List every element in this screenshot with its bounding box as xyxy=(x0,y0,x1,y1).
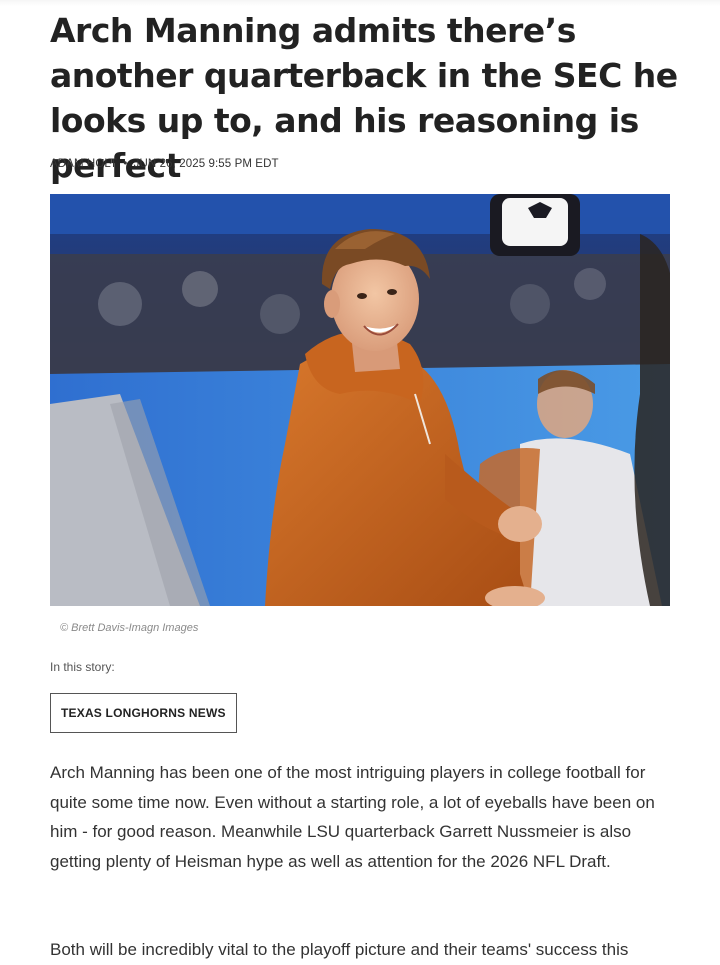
article-paragraph: Both will be incredibly vital to the pla… xyxy=(50,940,629,959)
article-paragraph: Arch Manning has been one of the most in… xyxy=(50,763,655,871)
article-hero-image xyxy=(50,194,670,606)
photo-credit: © Brett Davis-Imagn Images xyxy=(60,622,199,634)
top-bar-shadow xyxy=(0,0,720,6)
byline-separator: • xyxy=(123,158,128,170)
byline: ADAM HOLT • JUN 26, 2025 9:55 PM EDT xyxy=(50,158,279,170)
in-this-story-label: In this story: xyxy=(50,660,115,674)
story-tag-button[interactable]: TEXAS LONGHORNS NEWS xyxy=(50,693,237,733)
author-link[interactable]: ADAM HOLT xyxy=(50,158,117,170)
publish-date: JUN 26, 2025 9:55 PM EDT xyxy=(133,158,279,170)
